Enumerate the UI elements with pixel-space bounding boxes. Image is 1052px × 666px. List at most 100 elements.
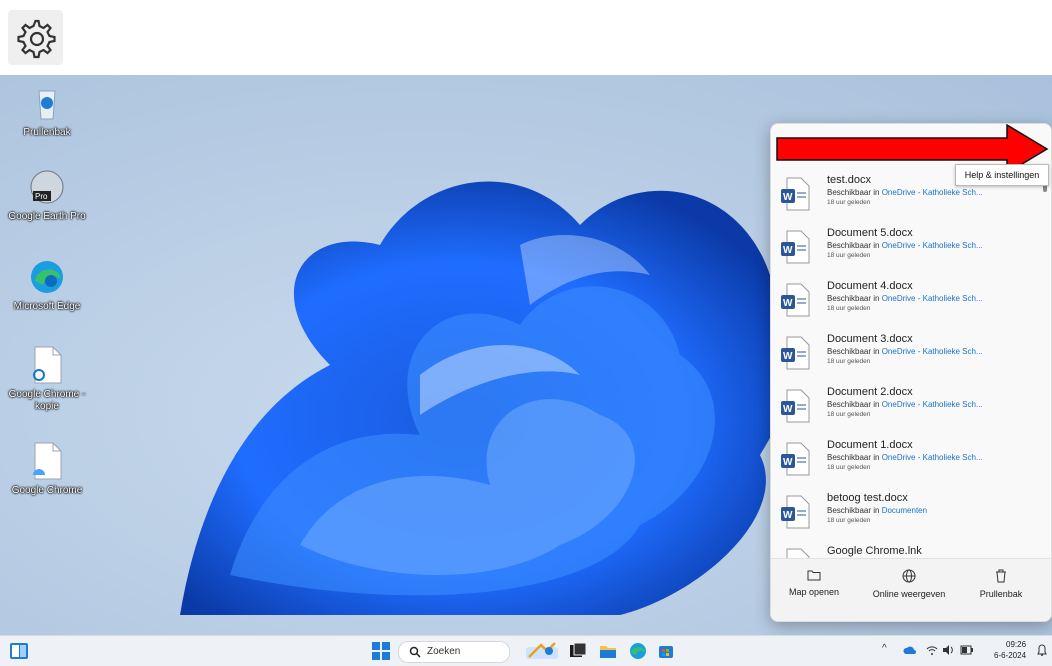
notification-bell-icon[interactable] — [1037, 644, 1047, 656]
svg-text:W: W — [783, 404, 793, 415]
file-name: Document 5.docx — [827, 227, 913, 239]
file-time: 18 uur geleden — [827, 252, 871, 259]
recycle-bin-button[interactable]: Prullenbak — [969, 569, 1033, 599]
desktop-icon-label: Google Earth Pro — [8, 211, 86, 222]
file-time: 18 uur geleden — [827, 199, 871, 206]
svg-text:W: W — [783, 457, 793, 468]
view-online-label: Online weergeven — [872, 589, 946, 599]
word-doc-icon: W — [781, 389, 811, 423]
volume-icon[interactable] — [942, 644, 956, 656]
file-location: Beschikbaar in OneDrive - Katholieke Sch… — [827, 188, 983, 197]
file-location-prefix: Beschikbaar in — [827, 241, 882, 250]
search-label: Zoeken — [427, 646, 461, 657]
word-doc-icon: W — [781, 495, 811, 529]
file-location: Beschikbaar in OneDrive - Katholieke Sch… — [827, 453, 983, 462]
file-location-prefix: Beschikbaar in — [827, 294, 882, 303]
taskbar-search[interactable]: Zoeken — [398, 641, 510, 663]
recent-files-list[interactable]: W test.docx Beschikbaar in OneDrive - Ka… — [771, 164, 1041, 574]
file-location: Beschikbaar in OneDrive - Katholieke Sch… — [827, 347, 983, 356]
desktop-icon-chrome[interactable]: Google Chrome — [2, 441, 92, 497]
file-name: test.docx — [827, 174, 872, 186]
desktop-icon-label: Microsoft Edge — [13, 301, 81, 312]
file-icon — [27, 441, 67, 481]
clock-time: 09:26 — [1006, 640, 1027, 649]
file-location-link[interactable]: OneDrive - Katholieke Sch... — [882, 294, 983, 303]
google-earth-icon: Pro — [27, 167, 67, 207]
file-time: 18 uur geleden — [827, 517, 871, 524]
desktop-icon-label: Google Chrome — [11, 485, 83, 496]
svg-text:W: W — [783, 351, 793, 362]
store-icon[interactable] — [657, 642, 675, 660]
file-name: Document 2.docx — [827, 386, 913, 398]
folder-icon — [807, 570, 821, 581]
trash-icon — [996, 569, 1006, 583]
onedrive-icon[interactable] — [903, 645, 917, 655]
svg-text:W: W — [783, 510, 793, 521]
clock[interactable]: 09:26 6-6-2024 — [994, 639, 1027, 661]
file-location-link[interactable]: Documenten — [882, 506, 927, 515]
panel-footer: Map openen Online weergeven Prullenbak — [771, 558, 1051, 621]
start-icon[interactable] — [372, 642, 390, 660]
open-folder-button[interactable]: Map openen — [785, 569, 843, 597]
file-location: Beschikbaar in OneDrive - Katholieke Sch… — [827, 241, 983, 250]
clock-date: 6-6-2024 — [994, 651, 1027, 660]
onedrive-panel: W test.docx Beschikbaar in OneDrive - Ka… — [770, 123, 1052, 622]
widgets-icon[interactable] — [9, 642, 29, 660]
open-folder-label: Map openen — [788, 587, 840, 597]
help-settings-tooltip: Help & instellingen — [955, 164, 1049, 186]
file-location-prefix: Beschikbaar in — [827, 506, 882, 515]
file-icon — [27, 345, 67, 385]
list-item[interactable]: W Document 3.docx Beschikbaar in OneDriv… — [771, 323, 1041, 376]
file-location-prefix: Beschikbaar in — [827, 188, 882, 197]
desktop-icon-label: Prullenbak — [23, 127, 71, 138]
file-name: Document 4.docx — [827, 280, 913, 292]
file-name: Google Chrome.lnk — [827, 545, 922, 557]
desktop-icon-edge[interactable]: Microsoft Edge — [2, 257, 92, 313]
file-location-link[interactable]: OneDrive - Katholieke Sch... — [882, 400, 983, 409]
file-location-link[interactable]: OneDrive - Katholieke Sch... — [882, 188, 983, 197]
file-location-prefix: Beschikbaar in — [827, 347, 882, 356]
battery-icon[interactable] — [960, 645, 974, 655]
file-location-link[interactable]: OneDrive - Katholieke Sch... — [882, 347, 983, 356]
desktop-icon-chrome-copy[interactable]: Google Chrome - kopie — [2, 345, 92, 413]
wifi-icon[interactable] — [926, 644, 938, 656]
desktop-icon-google-earth[interactable]: Pro Google Earth Pro — [2, 167, 92, 223]
word-doc-icon: W — [781, 283, 811, 317]
word-doc-icon: W — [781, 336, 811, 370]
svg-text:W: W — [783, 192, 793, 203]
file-explorer-icon[interactable] — [599, 642, 617, 660]
list-item[interactable]: W Document 1.docx Beschikbaar in OneDriv… — [771, 429, 1041, 482]
list-item[interactable]: W Document 2.docx Beschikbaar in OneDriv… — [771, 376, 1041, 429]
word-doc-icon: W — [781, 177, 811, 211]
svg-text:W: W — [783, 298, 793, 309]
file-name: Document 3.docx — [827, 333, 913, 345]
file-location: Beschikbaar in Documenten — [827, 506, 927, 515]
file-location-link[interactable]: OneDrive - Katholieke Sch... — [882, 241, 983, 250]
svg-text:W: W — [783, 245, 793, 256]
file-time: 18 uur geleden — [827, 305, 871, 312]
file-time: 18 uur geleden — [827, 464, 871, 471]
view-online-button[interactable]: Online weergeven — [869, 569, 949, 599]
gear-icon[interactable] — [8, 10, 63, 65]
file-location-link[interactable]: OneDrive - Katholieke Sch... — [882, 453, 983, 462]
recycle-bin-icon — [27, 83, 67, 123]
file-time: 18 uur geleden — [827, 411, 871, 418]
list-item[interactable]: W betoog test.docx Beschikbaar in Docume… — [771, 482, 1041, 535]
file-location-prefix: Beschikbaar in — [827, 453, 882, 462]
copilot-icon[interactable] — [525, 639, 559, 661]
file-location: Beschikbaar in OneDrive - Katholieke Sch… — [827, 400, 983, 409]
file-time: 18 uur geleden — [827, 358, 871, 365]
file-name: betoog test.docx — [827, 492, 908, 504]
list-item[interactable]: W Document 4.docx Beschikbaar in OneDriv… — [771, 270, 1041, 323]
top-strip — [0, 0, 1052, 75]
list-item[interactable]: W Document 5.docx Beschikbaar in OneDriv… — [771, 217, 1041, 270]
file-name: Document 1.docx — [827, 439, 913, 451]
edge-icon — [27, 257, 67, 297]
file-location: Beschikbaar in OneDrive - Katholieke Sch… — [827, 294, 983, 303]
taskbar: Zoeken ^ 09:26 6-6-2024 — [0, 635, 1052, 666]
top-caption — [0, 0, 1052, 18]
chevron-up-icon[interactable]: ^ — [882, 643, 887, 654]
edge-icon[interactable] — [629, 642, 647, 660]
desktop-icon-recycle-bin[interactable]: Prullenbak — [2, 83, 92, 139]
task-view-icon[interactable] — [569, 642, 587, 660]
